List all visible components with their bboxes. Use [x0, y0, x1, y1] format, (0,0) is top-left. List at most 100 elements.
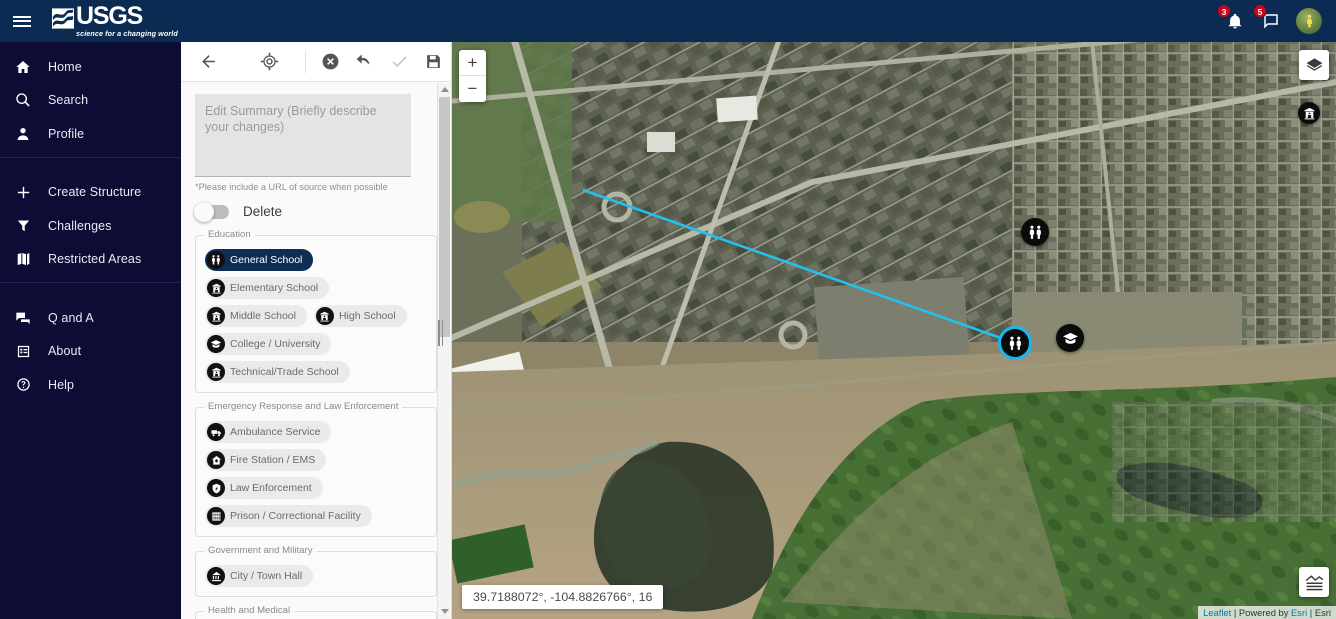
- sidebar-item-challenges[interactable]: Challenges: [0, 209, 181, 243]
- chip-label-ambulance-service: Ambulance Service: [230, 426, 321, 438]
- chips-government-military: City / Town Hall: [205, 565, 427, 587]
- chip-law-enforcement[interactable]: Law Enforcement: [205, 477, 323, 499]
- user-avatar[interactable]: [1296, 8, 1322, 34]
- chip-high-school[interactable]: High School: [313, 305, 407, 327]
- edit-summary-input[interactable]: Edit Summary (Briefly describe your chan…: [195, 94, 411, 177]
- leaflet-map[interactable]: + − 39.7188072°, -104.8826766°, 16 Leafl…: [452, 42, 1336, 619]
- sidebar-item-about[interactable]: About: [0, 335, 181, 369]
- marker-college-university[interactable]: [1056, 324, 1084, 352]
- layers-control-button[interactable]: [1299, 50, 1329, 80]
- question-circle-icon: [10, 377, 36, 392]
- chip-label-college-university: College / University: [230, 338, 321, 350]
- chip-general-school[interactable]: General School: [205, 249, 314, 271]
- sidebar-item-restricted-areas[interactable]: Restricted Areas: [0, 243, 181, 277]
- chip-elementary-school[interactable]: Elementary School: [205, 277, 330, 299]
- marker-school-building[interactable]: [1298, 102, 1320, 124]
- sidebar-item-home[interactable]: Home: [0, 50, 181, 84]
- sidebar-label-search: Search: [48, 93, 89, 108]
- search-icon: [10, 92, 36, 108]
- cancel-circle-icon[interactable]: [314, 45, 348, 79]
- legend-education: Education: [204, 229, 255, 240]
- esri-link[interactable]: Esri: [1291, 607, 1307, 618]
- usgs-wordmark: USGS: [76, 2, 143, 31]
- chip-label-general-school: General School: [230, 254, 303, 266]
- ambulance-icon: [207, 423, 225, 441]
- school-building-icon: [207, 307, 225, 325]
- attr-powered-by: Powered by: [1238, 607, 1292, 618]
- chip-middle-school[interactable]: Middle School: [205, 305, 307, 327]
- panel-scrollbar[interactable]: [437, 83, 450, 619]
- chip-label-technical-trade-school: Technical/Trade School: [230, 366, 339, 378]
- prison-bars-icon: [207, 507, 225, 525]
- marker-general-school-target[interactable]: [1001, 329, 1029, 357]
- scroll-up-arrow[interactable]: [438, 83, 451, 96]
- school-children-icon: [1029, 225, 1041, 239]
- sidebar-item-help[interactable]: Help: [0, 368, 181, 402]
- layers-stack-icon: [1306, 57, 1322, 71]
- usgs-structure-editor-app: USGS science for a changing world 3 5 Ho…: [0, 0, 1336, 619]
- elevation-profile-button[interactable]: [1299, 567, 1329, 597]
- zoom-out-button[interactable]: −: [459, 76, 486, 102]
- chip-ambulance-service[interactable]: Ambulance Service: [205, 421, 332, 443]
- notifications-badge: 3: [1217, 4, 1231, 18]
- delete-toggle[interactable]: [194, 201, 229, 222]
- map-icon: [10, 251, 36, 267]
- header-actions: 3 5: [1217, 4, 1336, 34]
- chips-emergency-response: Ambulance Service Fire Station / EMS Law…: [205, 421, 427, 527]
- panel-resize-handle[interactable]: [436, 317, 445, 349]
- chip-technical-trade-school[interactable]: Technical/Trade School: [205, 361, 350, 383]
- home-icon: [10, 59, 36, 75]
- chip-label-high-school: High School: [338, 310, 396, 322]
- section-health-medical: Health and Medical Hospital / Medical Ce…: [195, 605, 437, 619]
- chip-label-city-town-hall: City / Town Hall: [230, 570, 303, 582]
- coordinates-readout: 39.7188072°, -104.8826766°, 16: [462, 585, 664, 609]
- chat-bubble-icon[interactable]: 5: [1253, 4, 1282, 32]
- legend-health-medical: Health and Medical: [204, 605, 295, 616]
- sidebar-label-create-structure: Create Structure: [48, 185, 142, 200]
- elevation-profile-icon: [1305, 574, 1323, 590]
- hamburger-icon[interactable]: [0, 0, 44, 42]
- chip-label-fire-station-ems: Fire Station / EMS: [230, 454, 316, 466]
- sidebar-divider-2: [0, 282, 181, 283]
- attr-esri: Esri: [1314, 607, 1331, 618]
- zoom-in-button[interactable]: +: [459, 50, 486, 76]
- sidebar-item-q-and-a[interactable]: Q and A: [0, 301, 181, 335]
- summary-source-note: *Please include a URL of source when pos…: [195, 182, 388, 192]
- scrollbar-thumb[interactable]: [439, 97, 450, 337]
- usgs-tagline: science for a changing world: [76, 29, 178, 39]
- toolbar-divider: [304, 50, 306, 73]
- chip-label-middle-school: Middle School: [230, 310, 296, 322]
- sidebar-item-create-structure[interactable]: Create Structure: [0, 176, 181, 210]
- school-building-icon: [315, 307, 334, 325]
- section-emergency-response: Emergency Response and Law Enforcement A…: [195, 401, 437, 537]
- sidebar-item-search[interactable]: Search: [0, 84, 181, 118]
- checkmark-icon[interactable]: [382, 45, 416, 79]
- bell-icon[interactable]: 3: [1217, 4, 1246, 32]
- leaflet-link[interactable]: Leaflet: [1203, 607, 1231, 618]
- fire-house-icon: [207, 451, 225, 469]
- funnel-icon: [10, 218, 36, 233]
- undo-arrow-icon[interactable]: [348, 45, 382, 79]
- usgs-logo[interactable]: USGS science for a changing world: [52, 2, 178, 39]
- chip-fire-station-ems[interactable]: Fire Station / EMS: [205, 449, 327, 471]
- edit-panel-body: Edit Summary (Briefly describe your chan…: [181, 82, 451, 619]
- crosshair-target-icon[interactable]: [252, 45, 286, 79]
- main-sidebar: Home Search Profile Create Structure Cha…: [0, 42, 181, 619]
- marker-general-school-origin[interactable]: [1021, 218, 1049, 246]
- zoom-controls: + −: [459, 50, 486, 102]
- chip-prison-correctional-facility[interactable]: Prison / Correctional Facility: [205, 505, 372, 527]
- attr-sep-2: |: [1307, 607, 1315, 618]
- sidebar-label-home: Home: [48, 59, 82, 74]
- school-building-icon: [1304, 107, 1314, 119]
- floppy-save-icon[interactable]: [417, 45, 451, 79]
- scroll-down-arrow[interactable]: [438, 605, 451, 618]
- sidebar-item-profile[interactable]: Profile: [0, 117, 181, 151]
- chip-label-law-enforcement: Law Enforcement: [230, 482, 312, 494]
- structure-edit-panel: Edit Summary (Briefly describe your chan…: [181, 42, 452, 619]
- avatar-figure-icon: [1307, 14, 1312, 28]
- chip-city-town-hall[interactable]: City / Town Hall: [205, 565, 314, 587]
- person-icon: [10, 126, 36, 142]
- chip-college-university[interactable]: College / University: [205, 333, 332, 355]
- legend-emergency-response: Emergency Response and Law Enforcement: [204, 401, 403, 412]
- back-arrow-icon[interactable]: [191, 45, 225, 79]
